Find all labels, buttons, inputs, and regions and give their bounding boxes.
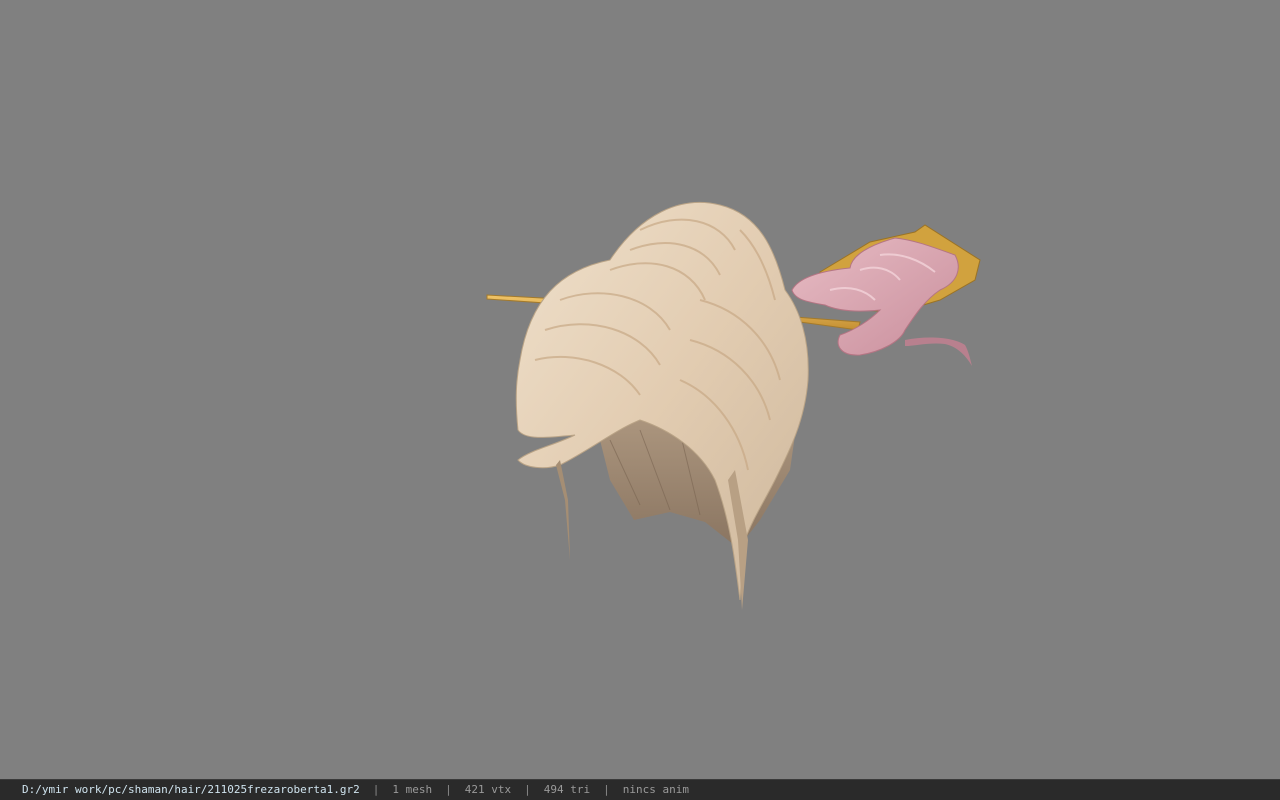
ornament-tail [905, 337, 972, 366]
separator: | [372, 783, 380, 796]
vertex-count: 421 vtx [464, 783, 512, 796]
mesh-count: 1 mesh [392, 783, 433, 796]
hair-model[interactable] [0, 0, 1280, 779]
3d-viewport[interactable] [0, 0, 1280, 779]
file-path: D:/ymir work/pc/shaman/hair/211025frezar… [22, 783, 360, 796]
separator: | [524, 783, 531, 796]
separator: | [445, 783, 452, 796]
animation-status: nincs anim [622, 783, 689, 796]
hair-hanging-strand-left [556, 460, 570, 560]
triangle-count: 494 tri [543, 783, 591, 796]
separator: | [603, 783, 610, 796]
status-bar: D:/ymir work/pc/shaman/hair/211025frezar… [0, 779, 1280, 800]
